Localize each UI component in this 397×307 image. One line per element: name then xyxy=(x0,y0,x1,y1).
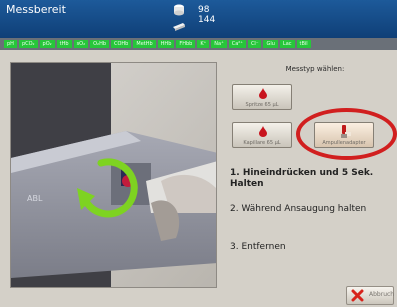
option-syringe-button[interactable]: Spritze 65 µL xyxy=(232,84,292,110)
instruction-step-3: 3. Entfernen xyxy=(230,242,286,252)
parameter-chip: tBil xyxy=(296,40,311,48)
blood-drop-icon xyxy=(259,126,267,137)
parameter-chip: COHb xyxy=(111,40,132,48)
parameter-chip: tHb xyxy=(56,40,72,48)
parameter-chip: pH xyxy=(4,40,17,48)
status-title: Messbereit xyxy=(6,3,66,16)
blood-drop-icon xyxy=(259,88,267,99)
red-circle-highlight xyxy=(296,108,397,160)
parameter-chip: sO₂ xyxy=(73,40,89,48)
measurement-panel: ABL Messtyp wählen: Spritze 65 µL Kapill… xyxy=(0,50,397,307)
parameter-chip: pCO₂ xyxy=(18,40,38,48)
measure-type-label: Messtyp wählen: xyxy=(285,65,345,73)
parameter-chip: HHb xyxy=(157,40,175,48)
parameter-chip: MetHb xyxy=(133,40,156,48)
instruction-step-1: 1. Hineindrücken und 5 Sek. Halten xyxy=(230,168,374,189)
consumables-counters: 98 144 xyxy=(172,3,228,35)
cancel-button[interactable]: Abbruch xyxy=(346,286,394,305)
red-x-icon xyxy=(351,289,364,302)
instruction-step-2: 2. Während Ansaugung halten xyxy=(230,204,367,214)
analyzer-sample-port-image: ABL xyxy=(11,63,216,287)
device-brand-mark: ABL xyxy=(27,194,43,203)
parameter-chip: Lac xyxy=(279,40,295,48)
parameter-chip: Na⁺ xyxy=(211,40,227,48)
parameter-chip: FHbb xyxy=(176,40,196,48)
parameter-chip: Cl⁻ xyxy=(247,40,262,48)
parameter-strip: pH pCO₂ pO₂ tHb sO₂ O₂Hb COHb MetHb HHb FHbb K⁺ Na⁺… xyxy=(0,38,397,50)
parameter-chip: pO₂ xyxy=(39,40,55,48)
parameter-chip: O₂Hb xyxy=(90,40,109,48)
title-bar: Messbereit 98 144 xyxy=(0,0,397,38)
solution-pack-icon xyxy=(174,4,184,16)
parameter-chip: Ca²⁺ xyxy=(228,40,246,48)
counter-value-2: 144 xyxy=(198,15,216,25)
cancel-label: Abbruch xyxy=(369,291,395,298)
parameter-chip: K⁺ xyxy=(197,40,210,48)
instruction-photo: ABL xyxy=(10,62,217,288)
option-capillary-label: Kapillare 65 µL xyxy=(243,140,281,146)
option-syringe-label: Spritze 65 µL xyxy=(245,102,279,108)
sensor-cassette-icon xyxy=(173,23,185,31)
parameter-chip: Glu xyxy=(263,40,278,48)
option-capillary-button[interactable]: Kapillare 65 µL xyxy=(232,122,292,148)
